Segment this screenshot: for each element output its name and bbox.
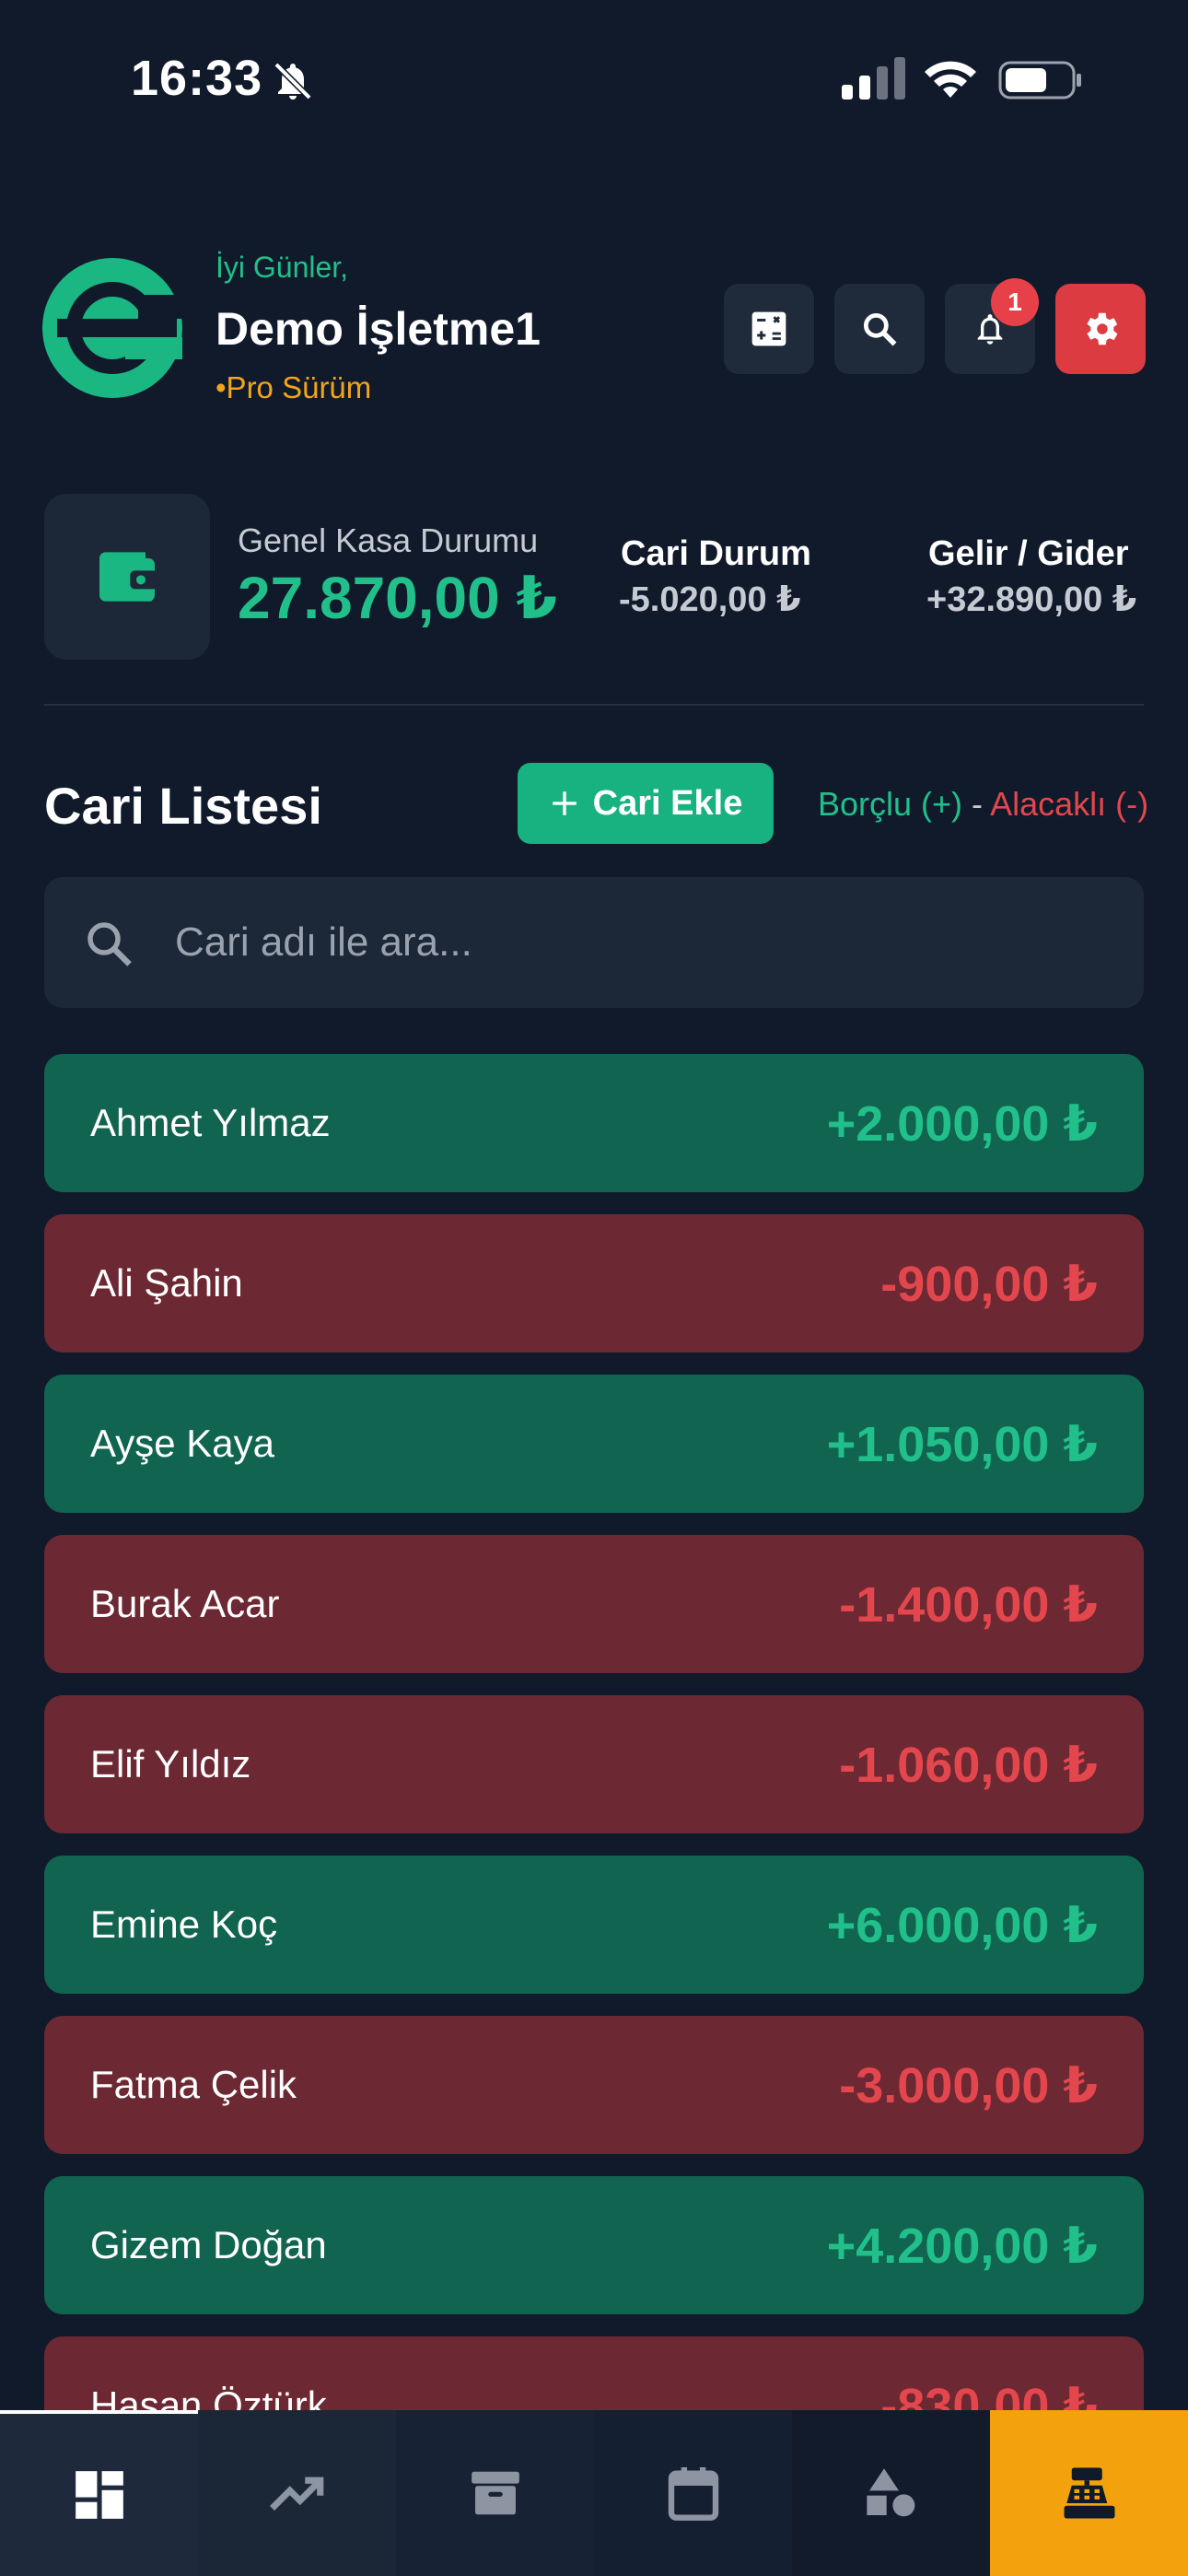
cash-status-label: Genel Kasa Durumu bbox=[238, 521, 539, 559]
account-row[interactable]: Ayşe Kaya +1.050,00 ₺ bbox=[44, 1375, 1144, 1513]
account-name: Emine Koç bbox=[90, 1903, 278, 1946]
plan-badge: •Pro Sürüm bbox=[215, 370, 372, 404]
account-row[interactable]: Burak Acar -1.400,00 ₺ bbox=[44, 1535, 1144, 1673]
nav-cash-register[interactable] bbox=[990, 2410, 1188, 2576]
account-row[interactable]: Gizem Doğan +4.200,00 ₺ bbox=[44, 2176, 1144, 2314]
balance-legend: Borçlu (+) - Alacaklı (-) bbox=[818, 785, 1148, 824]
account-name: Elif Yıldız bbox=[90, 1742, 251, 1786]
account-row[interactable]: Fatma Çelik -3.000,00 ₺ bbox=[44, 2016, 1144, 2154]
account-balance: -1.060,00 ₺ bbox=[839, 1737, 1098, 1793]
gear-icon bbox=[1087, 312, 1118, 345]
plus-icon bbox=[552, 791, 577, 815]
account-row[interactable]: Emine Koç +6.000,00 ₺ bbox=[44, 1856, 1144, 1994]
business-name: Demo İşletme1 bbox=[215, 303, 541, 355]
wallet-tile bbox=[44, 494, 210, 660]
app-logo bbox=[42, 258, 182, 398]
account-status-value: -5.020,00 ₺ bbox=[619, 580, 801, 619]
account-name: Fatma Çelik bbox=[90, 2063, 297, 2106]
status-bar: 16:33 bbox=[0, 0, 1188, 166]
legend-debtor: Borçlu (+) bbox=[818, 785, 963, 823]
account-status-label: Cari Durum bbox=[621, 534, 811, 573]
section-title: Cari Listesi bbox=[44, 777, 322, 835]
bell-muted-icon bbox=[274, 62, 312, 100]
income-expense-value: +32.890,00 ₺ bbox=[926, 580, 1137, 619]
account-balance: +6.000,00 ₺ bbox=[826, 1897, 1098, 1953]
add-account-label: Cari Ekle bbox=[592, 783, 743, 823]
nav-archive[interactable] bbox=[396, 2410, 594, 2576]
legend-separator: - bbox=[962, 785, 991, 823]
category-icon bbox=[866, 2468, 914, 2517]
legend-creditor: Alacaklı (-) bbox=[990, 785, 1149, 823]
nav-dashboard[interactable] bbox=[0, 2410, 198, 2576]
divider bbox=[44, 704, 1144, 706]
settings-button[interactable] bbox=[1055, 284, 1146, 374]
greeting-text: İyi Günler, bbox=[215, 251, 349, 284]
account-balance: -900,00 ₺ bbox=[880, 1256, 1098, 1312]
dashboard-icon bbox=[75, 2471, 123, 2519]
notification-count-badge: 1 bbox=[991, 278, 1039, 326]
app-screen: 16:33 İyi Günler, Demo İşletme1 •Pro Sür… bbox=[0, 0, 1188, 2576]
account-name: Burak Acar bbox=[90, 1582, 280, 1625]
account-row[interactable]: Elif Yıldız -1.060,00 ₺ bbox=[44, 1695, 1144, 1833]
trending-up-icon bbox=[269, 2476, 323, 2512]
add-account-button[interactable]: Cari Ekle bbox=[518, 763, 774, 844]
search-icon bbox=[87, 922, 132, 966]
account-balance: +1.050,00 ₺ bbox=[826, 1416, 1098, 1472]
notifications-button[interactable]: 1 bbox=[945, 278, 1039, 374]
wallet-icon bbox=[99, 552, 158, 602]
account-name: Ayşe Kaya bbox=[90, 1422, 275, 1465]
account-search[interactable] bbox=[44, 877, 1144, 1008]
calculator-button[interactable] bbox=[724, 284, 814, 374]
account-balance: +2.000,00 ₺ bbox=[826, 1095, 1098, 1152]
nav-calendar[interactable] bbox=[594, 2410, 792, 2576]
cash-register-icon bbox=[1064, 2467, 1114, 2519]
calendar-icon bbox=[668, 2467, 718, 2521]
account-name: Ahmet Yılmaz bbox=[90, 1101, 331, 1144]
income-expense-label: Gelir / Gider bbox=[928, 534, 1129, 573]
account-list: Ahmet Yılmaz +2.000,00 ₺ Ali Şahin -900,00… bbox=[44, 1054, 1144, 2497]
battery-icon bbox=[998, 61, 1081, 100]
account-name: Ali Şahin bbox=[90, 1261, 243, 1305]
account-balance: -3.000,00 ₺ bbox=[839, 2057, 1098, 2113]
account-row[interactable]: Ahmet Yılmaz +2.000,00 ₺ bbox=[44, 1054, 1144, 1192]
account-row[interactable]: Ali Şahin -900,00 ₺ bbox=[44, 1214, 1144, 1352]
search-button[interactable] bbox=[834, 284, 925, 374]
search-icon bbox=[863, 312, 897, 346]
wifi-icon bbox=[925, 61, 976, 98]
account-balance: -1.400,00 ₺ bbox=[839, 1576, 1098, 1633]
cash-status-value: 27.870,00 ₺ bbox=[238, 565, 558, 631]
archive-icon bbox=[471, 2471, 519, 2515]
search-input[interactable] bbox=[175, 877, 1096, 1008]
bottom-nav bbox=[0, 2410, 1188, 2576]
nav-categories[interactable] bbox=[792, 2410, 990, 2576]
account-balance: +4.200,00 ₺ bbox=[826, 2218, 1098, 2274]
nav-reports[interactable] bbox=[198, 2410, 396, 2576]
account-name: Gizem Doğan bbox=[90, 2223, 327, 2266]
calculator-icon bbox=[751, 311, 786, 346]
status-time: 16:33 bbox=[131, 51, 263, 106]
cellular-signal-icon bbox=[842, 57, 905, 100]
